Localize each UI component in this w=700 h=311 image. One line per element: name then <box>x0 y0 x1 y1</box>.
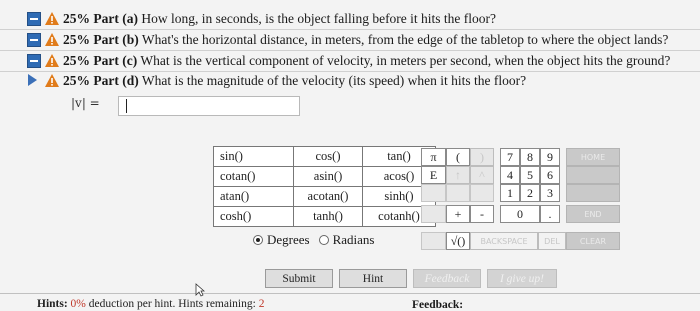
part-c-row[interactable]: 25% Part (c) What is the vertical compon… <box>0 50 700 72</box>
close-paren-key[interactable]: ) <box>470 148 494 166</box>
text-caret <box>126 99 127 113</box>
part-pct: 25% <box>63 52 90 68</box>
fn-atan-button[interactable]: atan() <box>213 186 294 207</box>
submit-button[interactable]: Submit <box>265 269 333 288</box>
hints-deduction-percent: 0% <box>70 298 86 310</box>
part-a-row[interactable]: 25% Part (a) How long, in seconds, is th… <box>0 8 700 30</box>
key-3[interactable]: 3 <box>540 184 560 202</box>
right-arrow-key[interactable] <box>566 184 620 202</box>
part-pct: 25% <box>63 31 90 47</box>
part-b-text: 25% Part (b) What's the horizontal dista… <box>63 32 668 48</box>
fn-cosh-button[interactable]: cosh() <box>213 206 294 227</box>
key-7[interactable]: 7 <box>500 148 520 166</box>
blank-key <box>470 184 494 202</box>
warning-icon <box>45 33 59 46</box>
key-1[interactable]: 1 <box>500 184 520 202</box>
key-8[interactable]: 8 <box>520 148 540 166</box>
feedback-label: Feedback: <box>412 299 464 311</box>
fn-acotan-button[interactable]: acotan() <box>293 186 363 207</box>
key-2[interactable]: 2 <box>520 184 540 202</box>
part-b-row[interactable]: 25% Part (b) What's the horizontal dista… <box>0 29 700 51</box>
hint-button[interactable]: Hint <box>339 269 407 288</box>
part-a-text: 25% Part (a) How long, in seconds, is th… <box>63 11 496 27</box>
delete-key[interactable]: DEL <box>538 232 566 250</box>
expand-arrow-icon[interactable] <box>28 74 37 86</box>
part-pct: 25% <box>63 72 90 88</box>
backspace-key[interactable]: BACKSPACE <box>470 232 538 250</box>
minus-key[interactable]: - <box>470 205 494 223</box>
function-table: sin() cos() tan() cotan() asin() acos() … <box>213 146 436 227</box>
fn-asin-button[interactable]: asin() <box>293 166 363 187</box>
part-label: Part (a) <box>93 10 138 26</box>
blank-key <box>421 184 446 202</box>
open-paren-key[interactable]: ( <box>446 148 470 166</box>
key-6[interactable]: 6 <box>540 166 560 184</box>
clear-key[interactable]: CLEAR <box>566 232 620 250</box>
hints-prefix: Hints: <box>37 298 68 310</box>
plus-key[interactable]: + <box>446 205 470 223</box>
key-5[interactable]: 5 <box>520 166 540 184</box>
fn-cos-button[interactable]: cos() <box>293 146 363 167</box>
warning-icon <box>45 54 59 67</box>
key-0[interactable]: 0 <box>500 205 540 223</box>
left-arrow-key[interactable] <box>566 166 620 184</box>
radians-label: Radians <box>332 232 375 247</box>
part-label: Part (b) <box>93 31 139 47</box>
fn-tanh-button[interactable]: tanh() <box>293 206 363 227</box>
degrees-label: Degrees <box>267 232 310 247</box>
feedback-button[interactable]: Feedback <box>413 269 481 288</box>
collapse-icon[interactable] <box>27 12 41 26</box>
end-key[interactable]: END <box>566 205 620 223</box>
hints-text: deduction per hint. Hints remaining: <box>88 298 256 310</box>
collapse-icon[interactable] <box>27 54 41 68</box>
mouse-pointer-icon <box>195 283 205 297</box>
part-question: What is the vertical component of veloci… <box>140 52 671 68</box>
part-question: What is the magnitude of the velocity (i… <box>141 72 527 88</box>
key-4[interactable]: 4 <box>500 166 520 184</box>
hints-line: Hints: 0% deduction per hint. Hints rema… <box>37 298 264 310</box>
give-up-button[interactable]: I give up! <box>487 269 557 288</box>
part-label: Part (c) <box>93 52 138 68</box>
collapse-icon[interactable] <box>27 33 41 47</box>
decimal-key[interactable]: . <box>540 205 560 223</box>
sqrt-key[interactable]: √() <box>446 232 470 250</box>
part-d-row[interactable]: 25% Part (d) What is the magnitude of th… <box>0 70 700 91</box>
answer-label: |v| = <box>71 96 100 110</box>
up-arrow-key[interactable]: ↑ <box>446 166 470 184</box>
part-c-text: 25% Part (c) What is the vertical compon… <box>63 53 670 69</box>
part-question: What's the horizontal distance, in meter… <box>141 31 669 47</box>
part-d-text: 25% Part (d) What is the magnitude of th… <box>63 73 526 89</box>
fn-sin-button[interactable]: sin() <box>213 146 294 167</box>
blank-key <box>421 232 446 250</box>
answer-input[interactable] <box>118 96 300 116</box>
divider <box>0 293 700 294</box>
degrees-radio[interactable] <box>253 235 263 245</box>
warning-icon <box>45 74 59 87</box>
fn-cotan-button[interactable]: cotan() <box>213 166 294 187</box>
caret-key[interactable]: ^ <box>470 166 494 184</box>
home-key[interactable]: HOME <box>566 148 620 166</box>
key-9[interactable]: 9 <box>540 148 560 166</box>
pi-key[interactable]: π <box>421 148 446 166</box>
e-key[interactable]: E <box>421 166 446 184</box>
part-pct: 25% <box>63 10 90 26</box>
angle-mode-group: Degrees Radians <box>253 232 374 248</box>
hints-remaining-count: 2 <box>258 298 265 310</box>
radians-radio[interactable] <box>318 235 329 245</box>
blank-key <box>421 205 446 223</box>
part-question: How long, in seconds, is the object fall… <box>141 10 497 26</box>
blank-key <box>446 184 470 202</box>
warning-icon <box>45 12 59 25</box>
part-label: Part (d) <box>93 72 139 88</box>
